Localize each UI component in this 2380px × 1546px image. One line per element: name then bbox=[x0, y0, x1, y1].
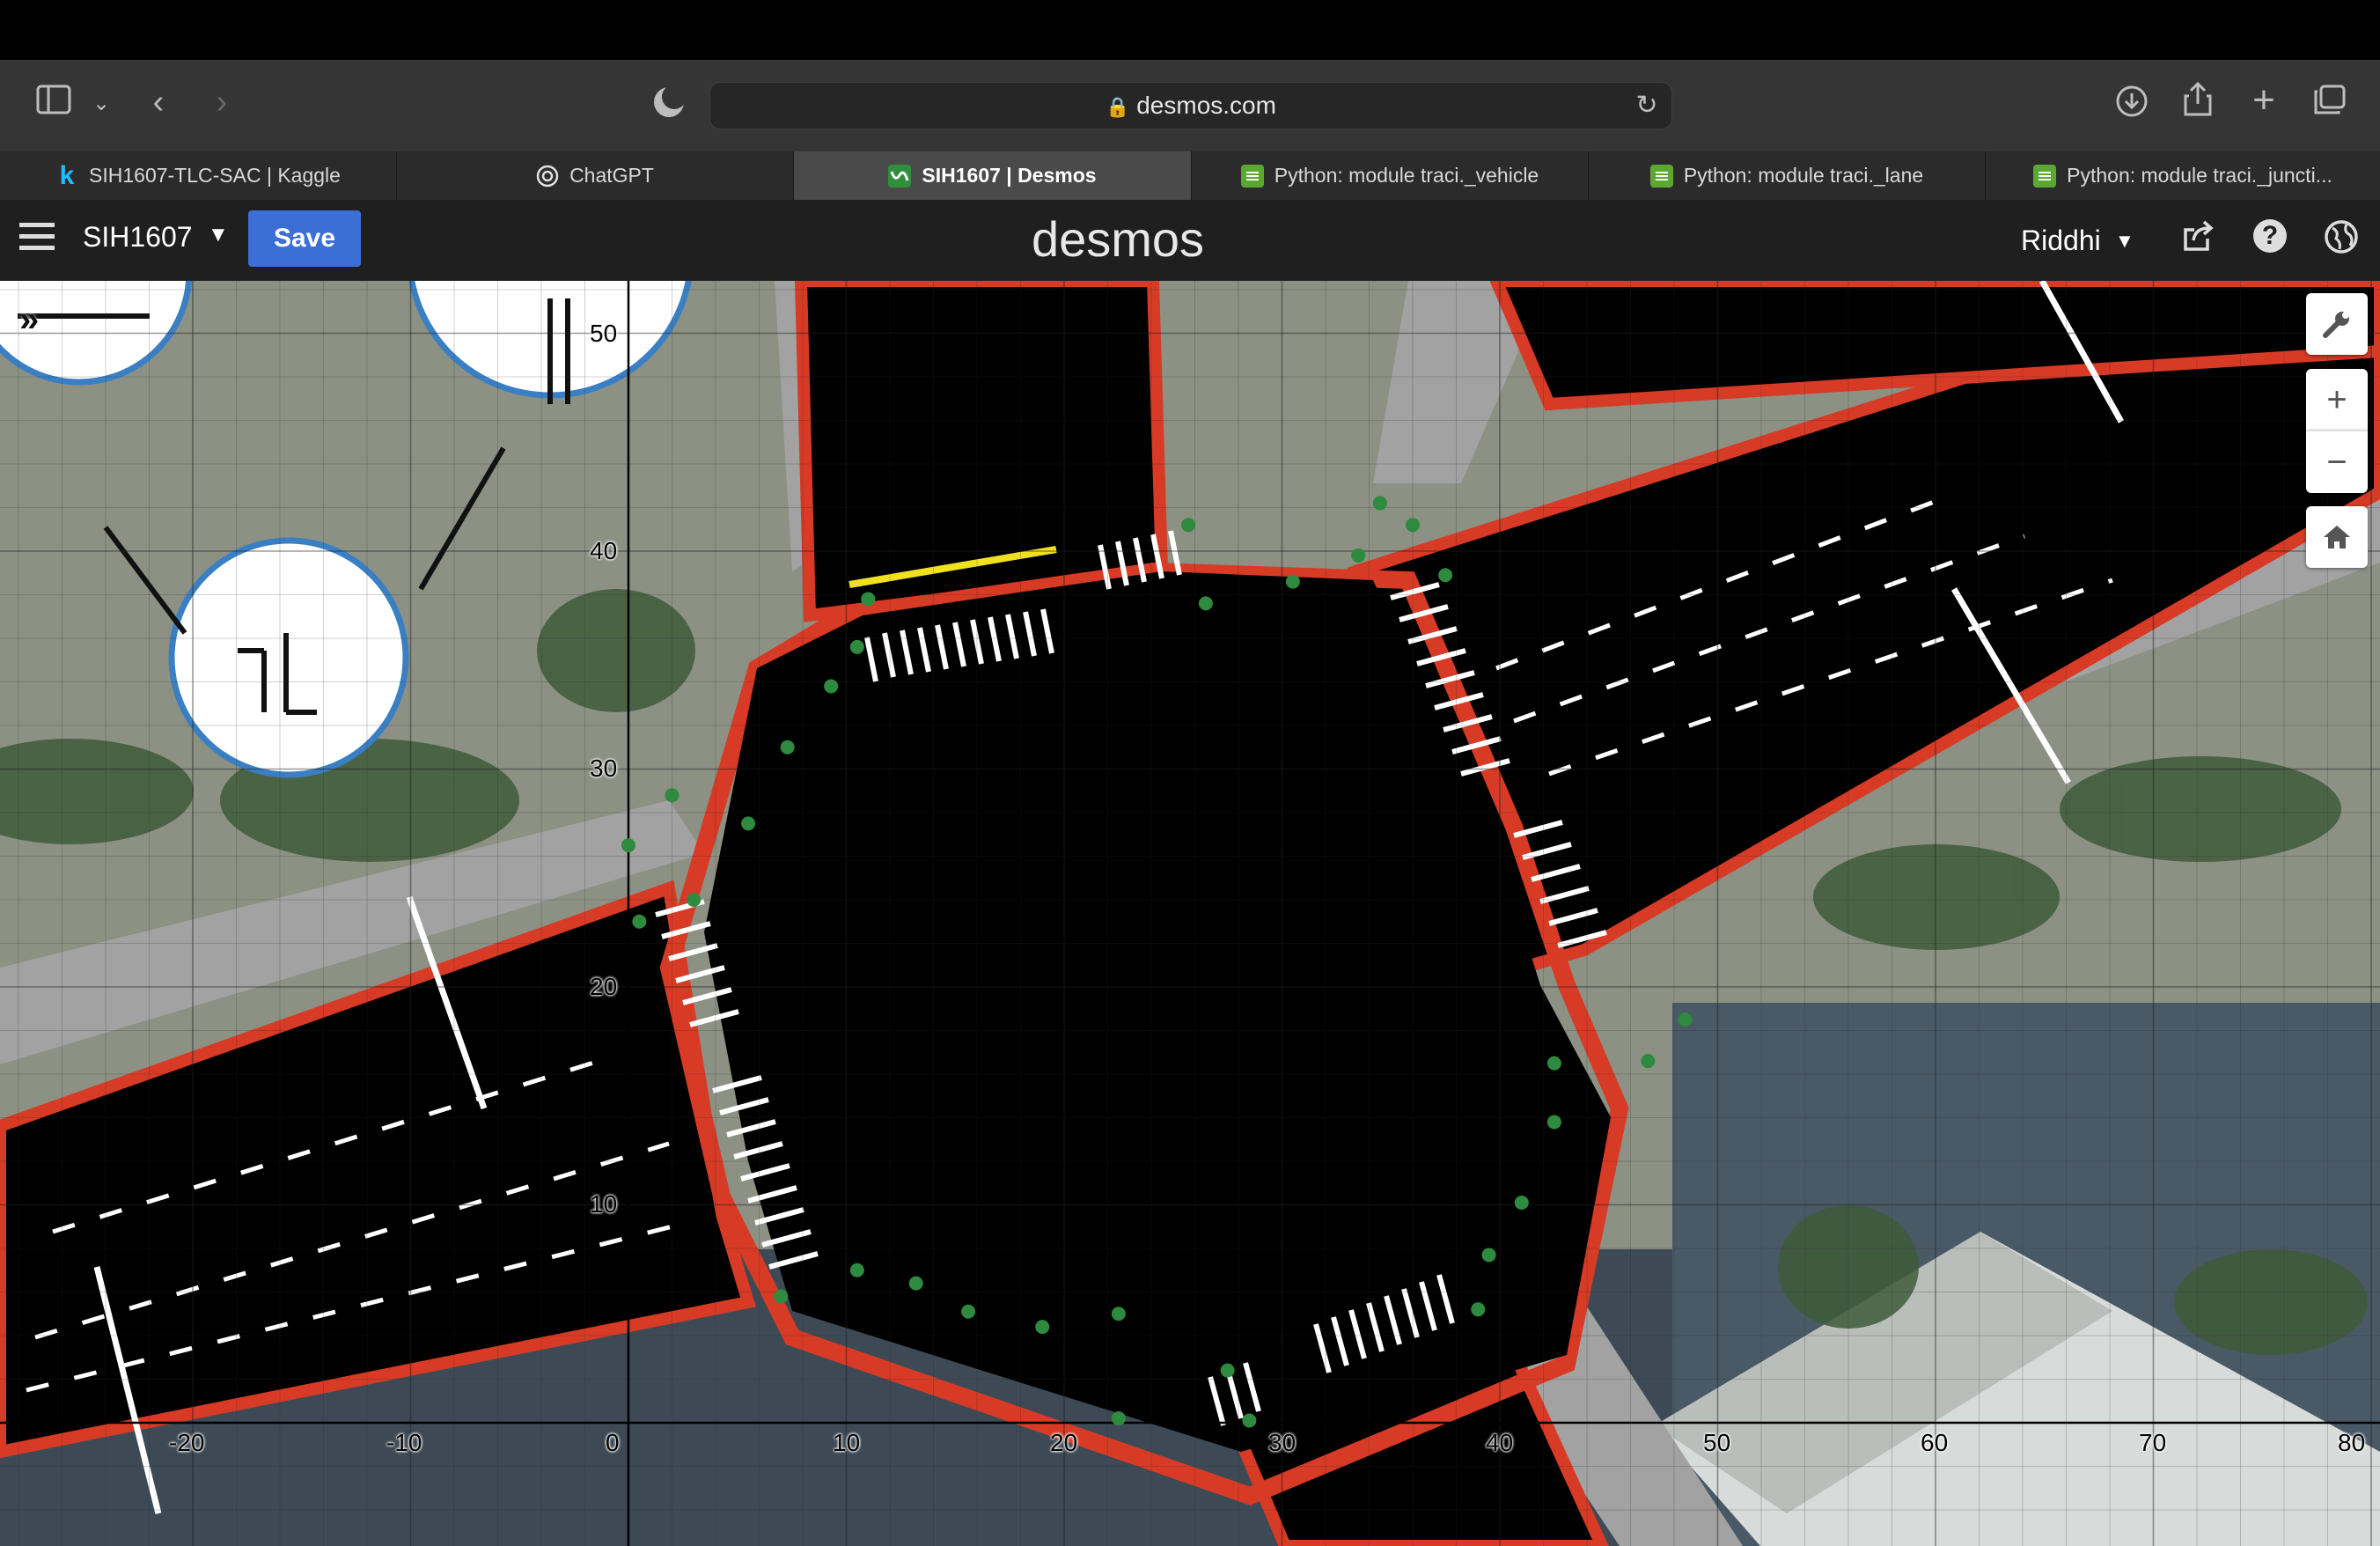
graph-title[interactable]: SIH1607 bbox=[83, 221, 193, 254]
tab-kaggle[interactable]: k SIH1607-TLC-SAC | Kaggle bbox=[0, 151, 397, 200]
tab-traci-junction[interactable]: Python: module traci._juncti... bbox=[1986, 151, 2380, 200]
graph-canvas[interactable]: -20 -10 0 10 20 30 40 50 60 70 80 10 20 … bbox=[0, 281, 2380, 1546]
save-button[interactable]: Save bbox=[248, 210, 361, 267]
sidebar-toggle-icon[interactable] bbox=[32, 85, 76, 121]
user-name[interactable]: Riddhi bbox=[2021, 225, 2101, 257]
help-icon[interactable]: ? bbox=[2253, 219, 2287, 253]
user-dropdown-caret-icon[interactable]: ▼ bbox=[2115, 230, 2134, 253]
plotted-point[interactable] bbox=[1641, 1054, 1656, 1069]
plotted-point[interactable] bbox=[1111, 1411, 1126, 1426]
x-tick-label: 20 bbox=[1050, 1429, 1078, 1456]
plotted-point[interactable] bbox=[1546, 1056, 1561, 1071]
back-arrow-icon[interactable]: ‹ bbox=[141, 85, 176, 120]
plotted-point[interactable] bbox=[780, 740, 795, 755]
x-tick-label: 0 bbox=[606, 1429, 620, 1456]
plotted-point[interactable] bbox=[961, 1304, 976, 1319]
plotted-point[interactable] bbox=[1242, 1413, 1257, 1428]
x-tick-label: 70 bbox=[2139, 1429, 2167, 1456]
tab-overview-icon[interactable] bbox=[2310, 85, 2348, 123]
url-value: desmos.com bbox=[1136, 92, 1276, 119]
tab-label: Python: module traci._lane bbox=[1683, 164, 1924, 187]
plotted-point[interactable] bbox=[1678, 1012, 1693, 1027]
tab-traci-vehicle[interactable]: Python: module traci._vehicle bbox=[1192, 151, 1589, 200]
title-dropdown-caret-icon[interactable]: ▼ bbox=[208, 223, 229, 247]
desmos-logo: desmos bbox=[1031, 211, 1205, 267]
top-black-band bbox=[0, 0, 2380, 60]
plotted-point[interactable] bbox=[665, 788, 679, 803]
plotted-point[interactable] bbox=[1181, 518, 1196, 533]
plotted-point[interactable] bbox=[741, 816, 756, 831]
share-graph-icon[interactable] bbox=[2181, 219, 2216, 259]
plotted-point[interactable] bbox=[849, 639, 864, 654]
forward-arrow-icon[interactable]: › bbox=[204, 85, 239, 120]
plotted-point[interactable] bbox=[1514, 1196, 1529, 1211]
python-doc-icon bbox=[1649, 164, 1673, 188]
kaggle-icon: k bbox=[59, 160, 75, 190]
graph-settings-wrench-icon[interactable] bbox=[2306, 293, 2368, 355]
new-tab-plus-icon[interactable]: + bbox=[2244, 81, 2283, 120]
zoom-in-icon[interactable]: + bbox=[2306, 369, 2368, 431]
tab-label: SIH1607-TLC-SAC | Kaggle bbox=[89, 164, 341, 187]
x-tick-label: 10 bbox=[833, 1429, 861, 1456]
tab-label: Python: module traci._vehicle bbox=[1274, 164, 1539, 187]
download-icon[interactable] bbox=[2112, 85, 2151, 125]
plotted-point[interactable] bbox=[1111, 1307, 1126, 1321]
x-tick-label: 50 bbox=[1703, 1429, 1731, 1456]
hamburger-menu-icon[interactable] bbox=[19, 223, 55, 254]
plotted-point[interactable] bbox=[1220, 1363, 1235, 1378]
y-tick-label: 20 bbox=[590, 973, 618, 1000]
plotted-point[interactable] bbox=[1285, 574, 1300, 589]
tab-traci-lane[interactable]: Python: module traci._lane bbox=[1589, 151, 1986, 200]
plotted-point[interactable] bbox=[1546, 1115, 1561, 1130]
plotted-point[interactable] bbox=[774, 1289, 789, 1304]
moon-icon[interactable] bbox=[648, 85, 690, 127]
y-tick-label: 30 bbox=[590, 755, 618, 782]
plotted-point[interactable] bbox=[1198, 596, 1213, 611]
tab-chatgpt[interactable]: ChatGPT bbox=[397, 151, 794, 200]
url-text: 🔒 desmos.com bbox=[710, 92, 1671, 120]
y-tick-label: 50 bbox=[590, 320, 618, 347]
python-doc-icon bbox=[2033, 164, 2057, 188]
tab-label: Python: module traci._juncti... bbox=[2067, 164, 2332, 187]
plotted-point[interactable] bbox=[1438, 568, 1453, 583]
plotted-point[interactable] bbox=[861, 592, 876, 607]
x-tick-label: 80 bbox=[2338, 1429, 2366, 1456]
chevron-down-icon[interactable]: ⌄ bbox=[88, 86, 114, 121]
tab-bar: k SIH1607-TLC-SAC | Kaggle ChatGPT SIH16… bbox=[0, 151, 2380, 201]
globe-language-icon[interactable] bbox=[2324, 219, 2359, 259]
reload-icon[interactable]: ↻ bbox=[1631, 88, 1663, 123]
address-bar[interactable]: 🔒 desmos.com ↻ bbox=[709, 82, 1672, 129]
x-tick-label: -20 bbox=[169, 1429, 205, 1456]
graph-plot bbox=[0, 281, 2380, 1546]
y-tick-label: 40 bbox=[590, 537, 618, 564]
zoom-out-icon[interactable]: − bbox=[2306, 431, 2368, 493]
tab-label: ChatGPT bbox=[569, 164, 654, 187]
plotted-point[interactable] bbox=[687, 893, 702, 907]
plotted-point[interactable] bbox=[1471, 1302, 1486, 1317]
python-doc-icon bbox=[1240, 164, 1264, 188]
y-tick-label: 10 bbox=[590, 1190, 618, 1218]
x-tick-label: -10 bbox=[386, 1429, 422, 1456]
home-view-icon[interactable] bbox=[2306, 506, 2368, 568]
tab-label: SIH1607 | Desmos bbox=[922, 164, 1097, 187]
share-icon[interactable] bbox=[2178, 81, 2217, 123]
desmos-icon bbox=[888, 164, 912, 188]
plotted-point[interactable] bbox=[1481, 1248, 1496, 1263]
plotted-point[interactable] bbox=[621, 838, 635, 853]
plotted-point[interactable] bbox=[1372, 496, 1387, 511]
plotted-point[interactable] bbox=[1406, 518, 1420, 533]
lock-icon: 🔒 bbox=[1106, 96, 1130, 118]
expand-expressions-icon[interactable]: » bbox=[19, 300, 39, 340]
plotted-point[interactable] bbox=[908, 1276, 923, 1291]
plotted-point[interactable] bbox=[1351, 548, 1366, 563]
plotted-point[interactable] bbox=[632, 914, 647, 929]
tab-desmos[interactable]: SIH1607 | Desmos bbox=[794, 151, 1192, 200]
x-tick-label: 60 bbox=[1921, 1429, 1949, 1456]
chatgpt-icon bbox=[536, 165, 559, 188]
plotted-point[interactable] bbox=[824, 679, 839, 694]
plotted-point[interactable] bbox=[849, 1263, 864, 1277]
x-tick-label: 40 bbox=[1486, 1429, 1514, 1456]
x-tick-label: 30 bbox=[1268, 1429, 1297, 1456]
plotted-point[interactable] bbox=[1035, 1320, 1050, 1335]
